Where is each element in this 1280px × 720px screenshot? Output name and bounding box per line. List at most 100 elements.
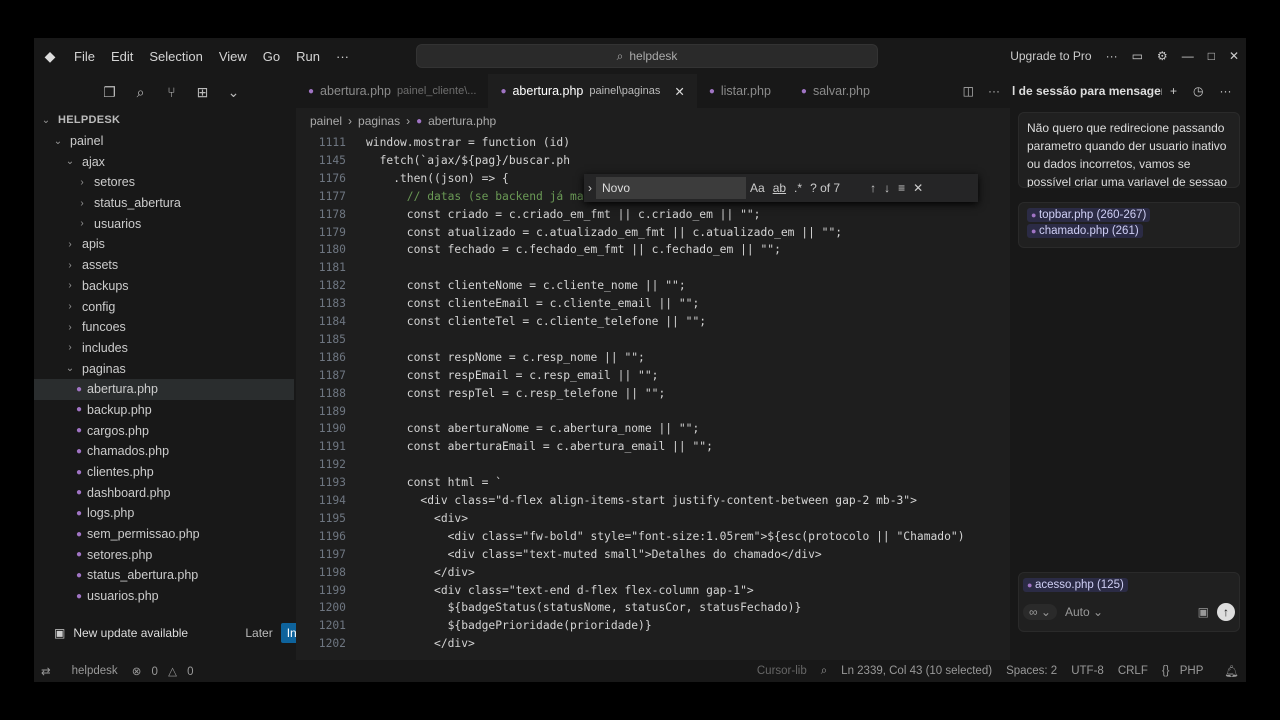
file-item[interactable]: ● backup.php [34, 400, 294, 421]
find-input[interactable] [596, 177, 746, 199]
history-icon[interactable]: ◷ [1185, 84, 1211, 98]
folder-item[interactable]: ⌄ ajax [34, 151, 294, 172]
close-tab-icon[interactable]: ✕ [674, 84, 684, 99]
folder-item[interactable]: › config [34, 296, 294, 317]
file-item[interactable]: ● setores.php [34, 544, 294, 565]
folder-item[interactable]: › usuarios [34, 213, 294, 234]
problems-indicator[interactable]: ⊗ 0 △ 0 [125, 664, 208, 678]
file-item[interactable]: ● chamados.php [34, 441, 294, 462]
toggle-replace-icon[interactable]: › [584, 181, 596, 195]
context-chip[interactable]: ● chamado.php (261) [1027, 224, 1143, 238]
folder-item[interactable]: › includes [34, 338, 294, 359]
find-in-selection-icon[interactable]: ≡ [894, 181, 909, 195]
folder-item[interactable]: › apis [34, 234, 294, 255]
tree-label: setores.php [87, 547, 153, 562]
settings-icon[interactable]: ⚙ [1150, 49, 1175, 63]
language-mode[interactable]: {} PHP [1155, 665, 1218, 677]
match-word-toggle[interactable]: ab [769, 181, 790, 195]
menu-item[interactable]: Go [255, 49, 288, 64]
folder-item[interactable]: › funcoes [34, 317, 294, 338]
cursor-position[interactable]: Ln 2339, Col 43 (10 selected) [834, 665, 999, 677]
command-search[interactable]: ⌕ helpdesk [416, 44, 878, 68]
tree-label: funcoes [82, 320, 126, 335]
php-file-icon: ● [308, 85, 315, 97]
remote-icon[interactable]: ⇄ [34, 664, 58, 678]
folder-item[interactable]: › status_abertura [34, 193, 294, 214]
line-ending[interactable]: CRLF [1111, 665, 1155, 677]
bell-icon[interactable]: 🔔︎ [1217, 664, 1246, 678]
editor-tab[interactable]: ● abertura.php painel\paginas ✕ [488, 74, 697, 108]
more-icon[interactable]: ··· [988, 84, 1000, 98]
php-file-icon: ● [76, 445, 83, 457]
folder-item[interactable]: › assets [34, 255, 294, 276]
search-panel-icon[interactable]: ⌕ [125, 84, 156, 101]
menu-item[interactable]: View [211, 49, 255, 64]
file-item[interactable]: ● usuarios.php [34, 586, 294, 607]
chevron-down-icon[interactable]: ⌄ [218, 84, 249, 101]
editor-tab[interactable]: ● salvar.php [789, 74, 888, 108]
line-number: 1192 [318, 458, 346, 472]
attachment-chip[interactable]: ● acesso.php (125) [1023, 578, 1128, 592]
line-number: 1179 [318, 225, 346, 239]
tree-label: usuarios.php [87, 589, 159, 604]
close-find-icon[interactable]: ✕ [909, 181, 927, 195]
regex-toggle[interactable]: .* [790, 181, 806, 195]
new-chat-icon[interactable]: + [1162, 84, 1185, 98]
file-item[interactable]: ● sem_permissao.php [34, 524, 294, 545]
files-icon[interactable]: ❐ [94, 84, 125, 101]
menu-item[interactable]: ··· [328, 49, 357, 64]
folder-item[interactable]: ⌄ paginas [34, 358, 294, 379]
cursor-lib[interactable]: Cursor-lib [750, 665, 814, 677]
next-match-icon[interactable]: ↓ [880, 181, 894, 195]
match-case-toggle[interactable]: Aa [746, 181, 769, 195]
menu-item[interactable]: Selection [141, 49, 210, 64]
source-control-icon[interactable]: ⑂ [156, 84, 187, 100]
chat-composer[interactable]: ● acesso.php (125) ∞ ⌄ Auto ⌄ ▣ ↑ [1018, 572, 1240, 632]
code-view[interactable]: 1111 window.mostrar = function (id) 1145 f… [296, 136, 1010, 660]
extensions-icon[interactable]: ⊞ [187, 84, 218, 101]
previous-match-icon[interactable]: ↑ [866, 181, 880, 195]
folder-item[interactable]: ⌄ painel [34, 131, 294, 152]
zoom-icon[interactable]: ⌕ [814, 665, 834, 678]
line-number: 1189 [318, 404, 346, 418]
breadcrumb-item[interactable]: abertura.php [428, 114, 496, 128]
code-line: <div> [366, 511, 469, 525]
folder-item[interactable]: › setores [34, 172, 294, 193]
file-item[interactable]: ● cargos.php [34, 420, 294, 441]
file-item[interactable]: ● status_abertura.php [34, 565, 294, 586]
menu-item[interactable]: Edit [103, 49, 141, 64]
later-button[interactable]: Later [245, 626, 272, 640]
breadcrumb-item[interactable]: painel [310, 114, 342, 128]
menu-item[interactable]: File [66, 49, 103, 64]
editor-tab[interactable]: ● listar.php [697, 74, 789, 108]
file-item[interactable]: ● logs.php [34, 503, 294, 524]
line-number: 1176 [318, 171, 346, 185]
file-item[interactable]: ● abertura.php [34, 378, 294, 400]
file-item[interactable]: ● clientes.php [34, 462, 294, 483]
split-editor-icon[interactable]: ◫ [963, 84, 974, 98]
indentation[interactable]: Spaces: 2 [999, 665, 1064, 677]
chat-title[interactable]: l de sessão para mensagen: [1012, 84, 1162, 98]
maximize-icon[interactable]: □ [1201, 49, 1222, 63]
file-item[interactable]: ● dashboard.php [34, 482, 294, 503]
folder-item[interactable]: › backups [34, 276, 294, 297]
layout-icon[interactable]: ▭ [1125, 49, 1150, 63]
more-icon[interactable]: ··· [1099, 49, 1125, 63]
code-line: fetch(`ajax/${pag}/buscar.ph [366, 153, 571, 167]
minimize-icon[interactable]: — [1175, 49, 1201, 63]
upgrade-button[interactable]: Upgrade to Pro [1003, 49, 1098, 63]
editor-tab[interactable]: ● abertura.php painel_cliente\... [296, 74, 488, 108]
model-selector[interactable]: Auto ⌄ [1065, 605, 1103, 619]
mode-selector[interactable]: ∞ ⌄ [1023, 604, 1057, 620]
encoding[interactable]: UTF-8 [1064, 665, 1111, 677]
menu-item[interactable]: Run [288, 49, 328, 64]
branch-label[interactable]: helpdesk [58, 665, 125, 677]
chevron-right-icon: › [68, 280, 72, 292]
image-icon[interactable]: ▣ [1198, 605, 1209, 619]
more-icon[interactable]: ··· [1212, 84, 1240, 98]
explorer-section-header[interactable]: ⌄ HELPDESK [34, 110, 294, 131]
send-icon[interactable]: ↑ [1217, 603, 1235, 621]
breadcrumb-item[interactable]: paginas [358, 114, 400, 128]
close-icon[interactable]: ✕ [1222, 49, 1246, 63]
context-chip[interactable]: ● topbar.php (260-267) [1027, 208, 1151, 222]
